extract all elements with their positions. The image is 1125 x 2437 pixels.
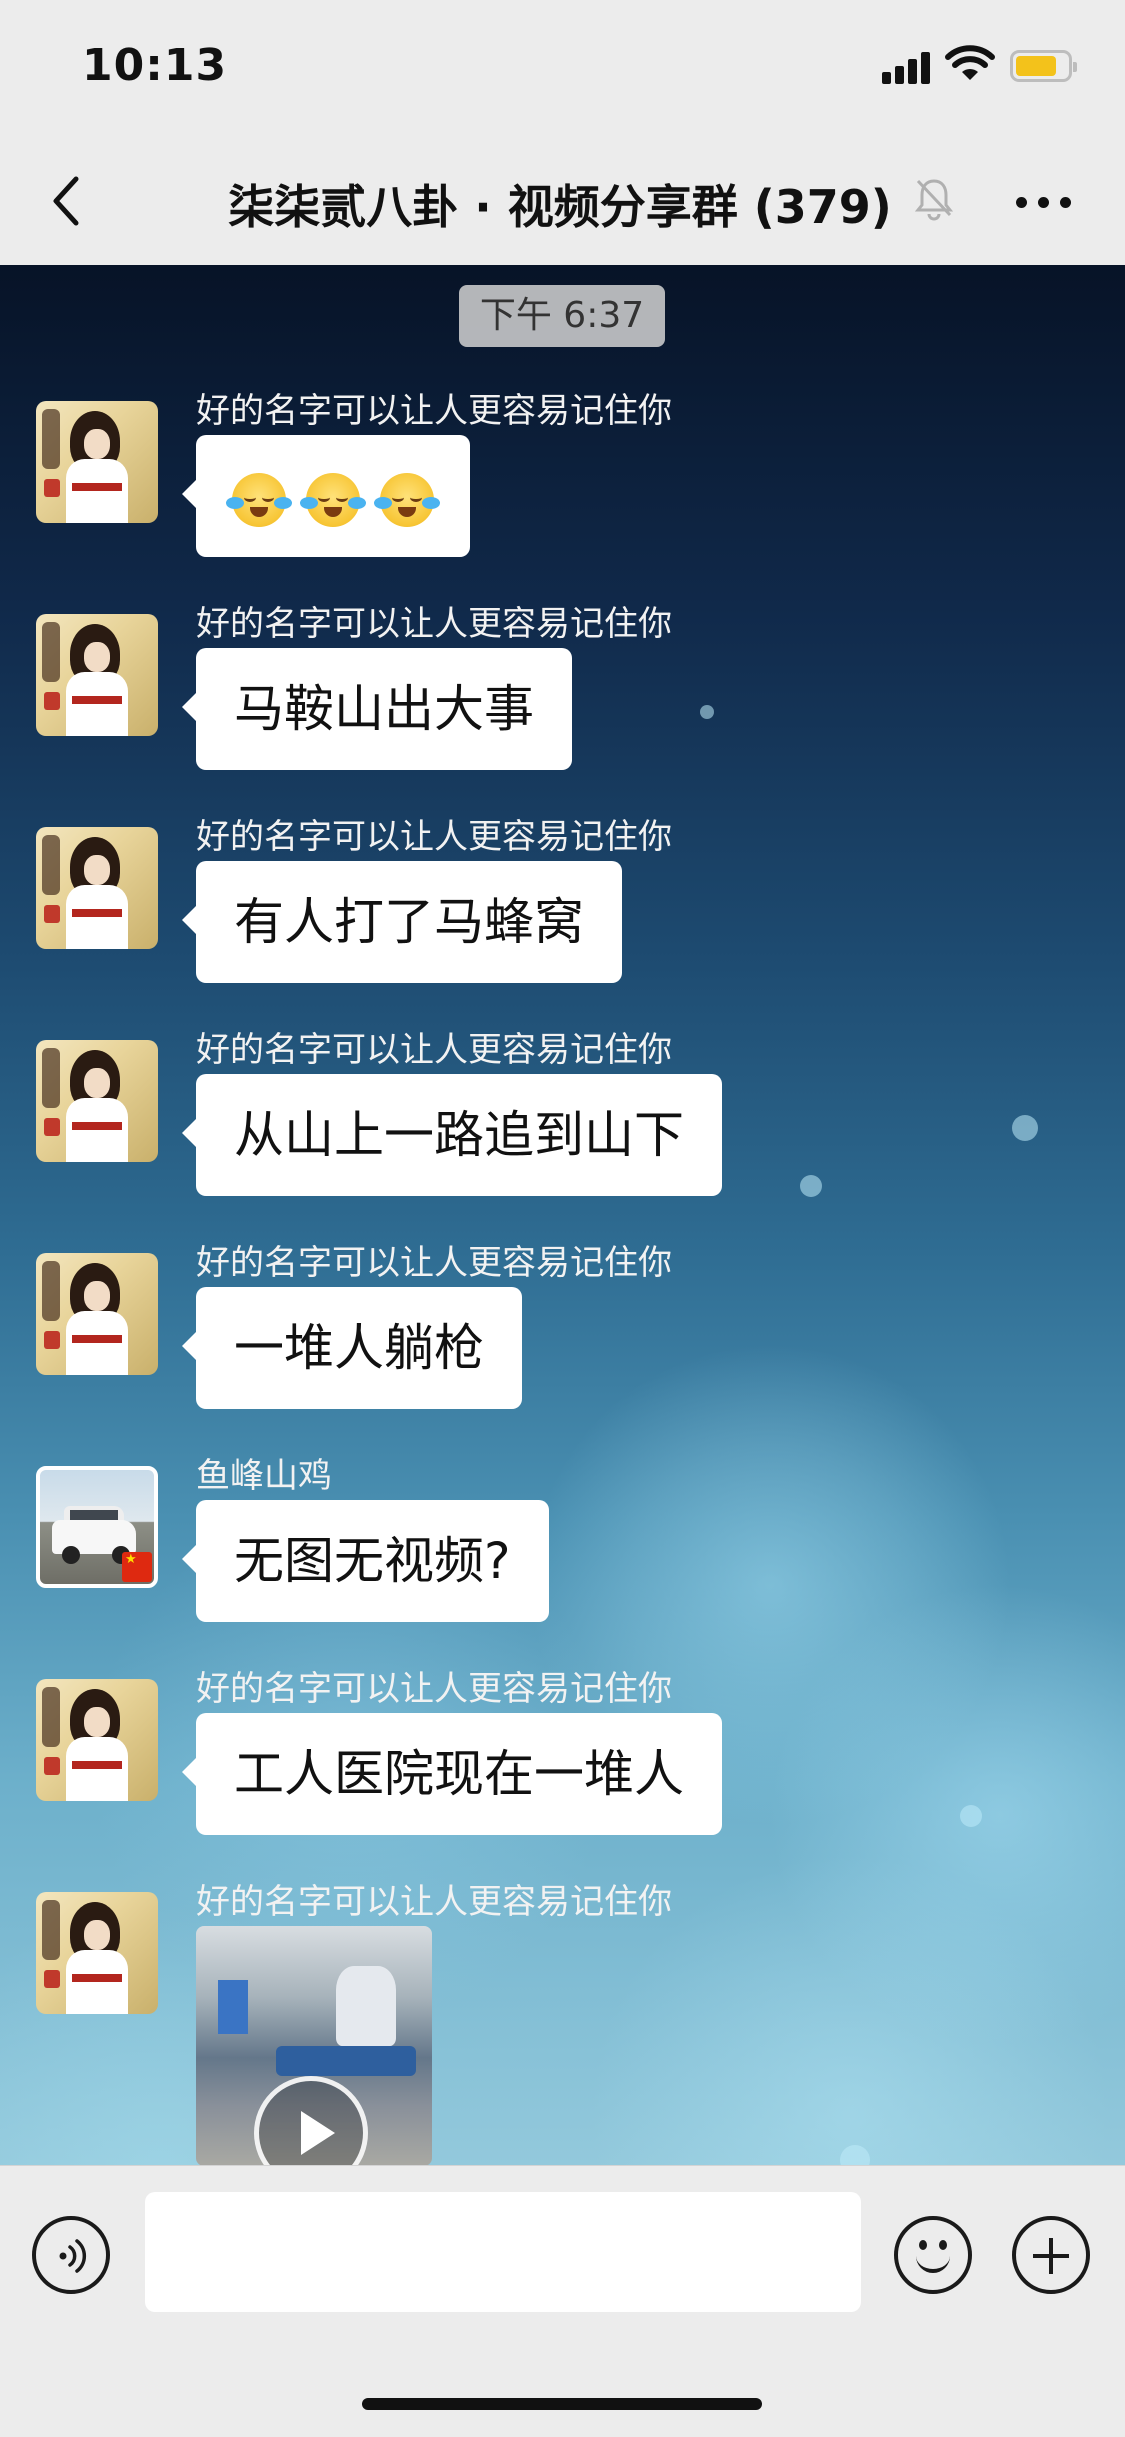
- sender-name: 鱼峰山鸡: [196, 1456, 332, 1496]
- input-bar: [0, 2165, 1125, 2437]
- face-with-tears-of-joy-icon: [226, 472, 292, 527]
- play-icon[interactable]: [254, 2076, 368, 2165]
- message-row: 好的名字可以让人更容易记住你 有人打了马蜂窝: [0, 809, 1125, 999]
- message-row: 鱼峰山鸡 无图无视频?: [0, 1448, 1125, 1638]
- sender-name: 好的名字可以让人更容易记住你: [196, 1882, 672, 1922]
- emoji-icon[interactable]: [894, 2216, 972, 2294]
- message-bubble[interactable]: [182, 435, 470, 557]
- message-bubble[interactable]: 从山上一路追到山下: [182, 1074, 722, 1196]
- message-bubble[interactable]: 一堆人躺枪: [182, 1287, 522, 1409]
- video-thumbnail[interactable]: [196, 1926, 432, 2165]
- message-bubble[interactable]: 工人医院现在一堆人: [182, 1713, 722, 1835]
- face-with-tears-of-joy-icon: [299, 472, 366, 527]
- avatar[interactable]: [36, 1040, 158, 1162]
- chat-header: 柒柒贰八卦 · 视频分享群 (379): [0, 135, 1125, 266]
- group-title: 柒柒贰八卦 · 视频分享群 (379): [228, 180, 892, 234]
- avatar[interactable]: [36, 614, 158, 736]
- chat-area[interactable]: 下午 6:37 好的名字可以让人更容易记住你 好的名字可以让人更容易记住你 马鞍…: [0, 265, 1125, 2165]
- mute-bell-icon: [914, 179, 954, 221]
- message-row: 好的名字可以让人更容易记住你: [0, 1874, 1125, 2165]
- sender-name: 好的名字可以让人更容易记住你: [196, 1669, 672, 1709]
- sender-name: 好的名字可以让人更容易记住你: [196, 817, 672, 857]
- more-options-icon[interactable]: [1010, 185, 1080, 215]
- battery-icon: [1010, 50, 1077, 82]
- avatar[interactable]: [36, 1892, 158, 2014]
- avatar[interactable]: [36, 1253, 158, 1375]
- face-with-tears-of-joy-icon: [373, 472, 440, 527]
- message-row: 好的名字可以让人更容易记住你 从山上一路追到山下: [0, 1022, 1125, 1212]
- message-row: 好的名字可以让人更容易记住你: [0, 383, 1125, 573]
- cellular-signal-icon: [882, 50, 932, 84]
- message-row: 好的名字可以让人更容易记住你 工人医院现在一堆人: [0, 1661, 1125, 1851]
- plus-icon[interactable]: [1012, 2216, 1090, 2294]
- sender-name: 好的名字可以让人更容易记住你: [196, 391, 672, 431]
- voice-icon[interactable]: [32, 2216, 110, 2294]
- home-indicator: [362, 2398, 762, 2410]
- china-flag-icon: [122, 1552, 152, 1582]
- message-bubble[interactable]: 马鞍山出大事: [182, 648, 572, 770]
- status-bar: 10:13: [0, 0, 1125, 135]
- avatar[interactable]: [36, 1679, 158, 1801]
- message-bubble[interactable]: 有人打了马蜂窝: [182, 861, 622, 983]
- wifi-icon: [945, 45, 995, 80]
- avatar[interactable]: [36, 827, 158, 949]
- message-input[interactable]: [145, 2192, 861, 2312]
- sender-name: 好的名字可以让人更容易记住你: [196, 604, 672, 644]
- status-time: 10:13: [82, 40, 228, 91]
- sender-name: 好的名字可以让人更容易记住你: [196, 1030, 672, 1070]
- message-row: 好的名字可以让人更容易记住你 一堆人躺枪: [0, 1235, 1125, 1425]
- avatar[interactable]: [36, 1466, 158, 1588]
- back-chevron-icon[interactable]: [40, 165, 100, 235]
- sender-name: 好的名字可以让人更容易记住你: [196, 1243, 672, 1283]
- avatar[interactable]: [36, 401, 158, 523]
- chat-timestamp: 下午 6:37: [459, 285, 665, 347]
- message-row: 好的名字可以让人更容易记住你 马鞍山出大事: [0, 596, 1125, 786]
- message-bubble[interactable]: 无图无视频?: [182, 1500, 549, 1622]
